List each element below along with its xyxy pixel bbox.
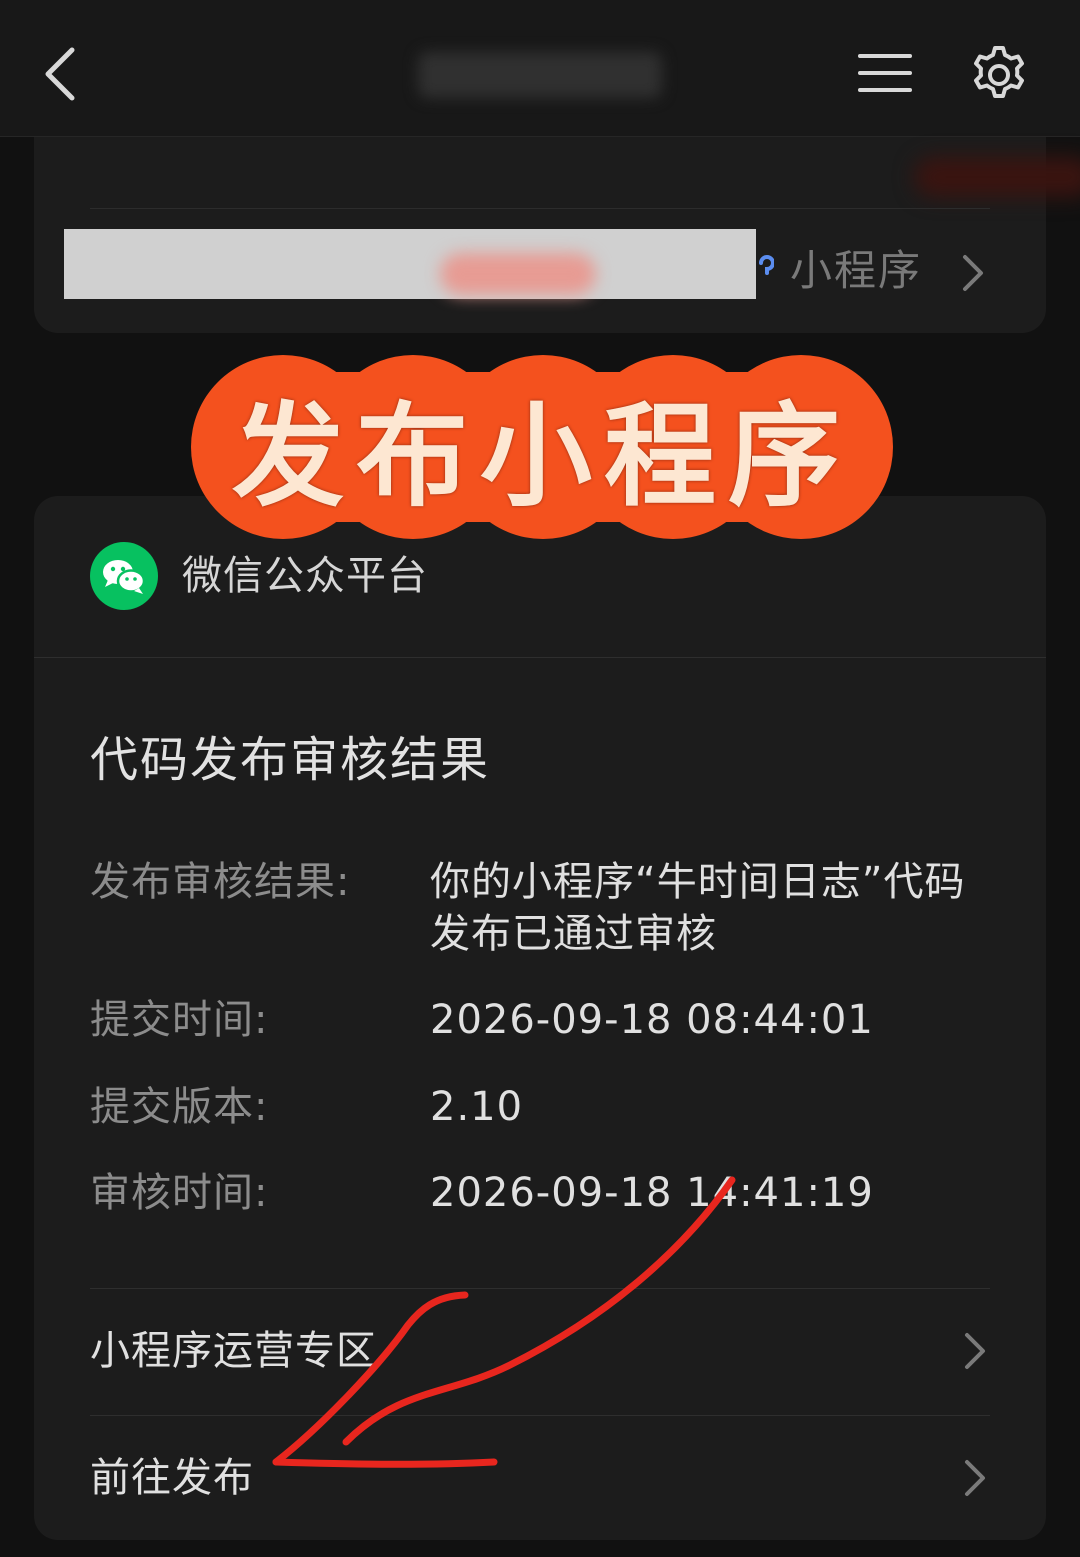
field-value-submit-time: 2026-09-18 08:44:01 (430, 997, 874, 1043)
nav-title-redacted (418, 52, 662, 98)
headline-banner: 发布小程序 (188, 352, 896, 542)
divider (90, 208, 990, 209)
action-label-go-publish: 前往发布 (90, 1455, 254, 1501)
nav-bar (0, 0, 1080, 137)
gear-icon[interactable] (968, 44, 1030, 106)
field-label-review-result: 发布审核结果: (90, 859, 351, 905)
action-row-go-publish[interactable]: 前往发布 (34, 1416, 1046, 1542)
redacted-smudge (440, 253, 596, 295)
mini-program-label: 小程序 (790, 246, 923, 295)
action-row-operations-zone[interactable]: 小程序运营专区 (34, 1289, 1046, 1415)
wechat-logo-icon (90, 542, 158, 610)
redacted-badge (914, 157, 1080, 197)
field-label-submit-time: 提交时间: (90, 997, 269, 1043)
field-label-version: 提交版本: (90, 1084, 269, 1130)
redacted-account-name (64, 229, 756, 299)
mini-program-icon (758, 255, 775, 281)
message-card: 微信公众平台 代码发布审核结果 发布审核结果: 你的小程序“牛时间日志”代码发布… (34, 496, 1046, 1540)
back-arrow-icon[interactable] (32, 40, 96, 108)
sender-name: 微信公众平台 (182, 553, 428, 599)
mini-program-card[interactable]: 小程序 (34, 137, 1080, 333)
hamburger-menu-icon[interactable] (856, 50, 914, 96)
field-value-review-time: 2026-09-18 14:41:19 (430, 1170, 874, 1216)
action-label-operations-zone: 小程序运营专区 (90, 1328, 377, 1374)
field-value-review-result: 你的小程序“牛时间日志”代码发布已通过审核 (430, 859, 966, 957)
chevron-right-icon (962, 1331, 988, 1371)
chevron-right-icon (962, 1458, 988, 1498)
divider (34, 657, 1046, 658)
field-label-review-time: 审核时间: (90, 1170, 269, 1216)
message-title: 代码发布审核结果 (90, 732, 491, 788)
chevron-right-icon (960, 253, 986, 293)
banner-text: 发布小程序 (232, 391, 852, 522)
field-value-version: 2.10 (430, 1084, 524, 1130)
